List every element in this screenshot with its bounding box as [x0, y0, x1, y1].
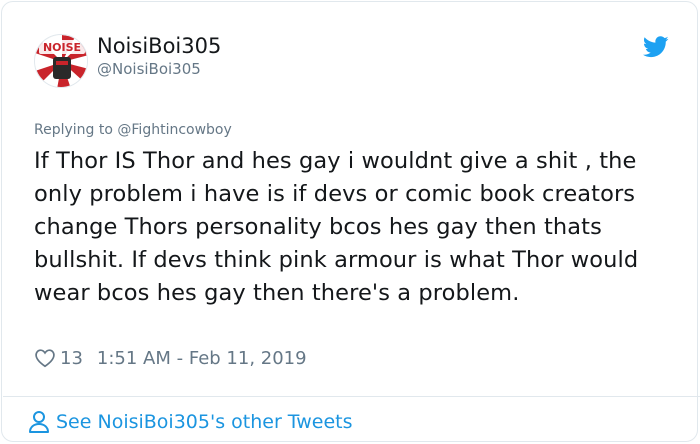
see-other-tweets-link[interactable]: See NoisiBoi305's other Tweets [28, 408, 353, 436]
avatar[interactable]: NOISE [34, 34, 88, 88]
reply-prefix: Replying to [34, 122, 113, 138]
tweet-text: If Thor IS Thor and hes gay i wouldnt gi… [34, 148, 639, 306]
timestamp[interactable]: 1:51 AM - Feb 11, 2019 [97, 348, 307, 369]
tweet-card: NOISE NoisiBoi305 @NoisiBoi305 Replying … [1, 1, 700, 442]
heart-icon[interactable] [34, 347, 56, 369]
author-handle[interactable]: @NoisiBoi305 [97, 60, 201, 78]
like-count[interactable]: 13 [60, 348, 83, 369]
reply-context: Replying to @Fightincowboy [34, 122, 232, 138]
twitter-bird-icon[interactable] [643, 36, 669, 58]
tweet-meta: 13 1:51 AM - Feb 11, 2019 [34, 345, 307, 371]
divider [3, 396, 700, 397]
person-icon [29, 411, 49, 433]
avatar-image: NOISE [35, 35, 87, 87]
avatar-logo-text: NOISE [43, 41, 81, 54]
reply-to-link[interactable]: @Fightincowboy [117, 122, 231, 138]
author-display-name[interactable]: NoisiBoi305 [97, 34, 221, 58]
see-other-tweets-label[interactable]: See NoisiBoi305's other Tweets [56, 411, 353, 433]
